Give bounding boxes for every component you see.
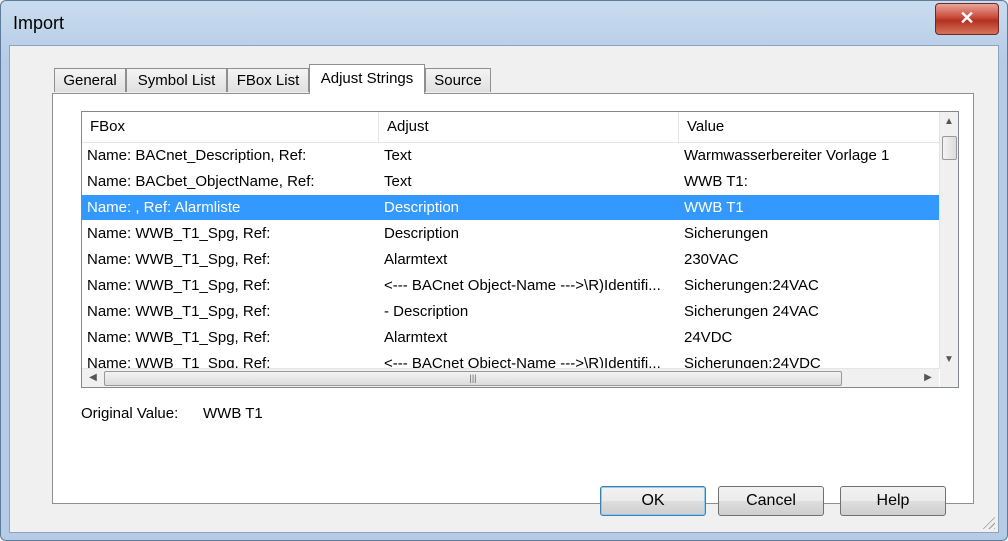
adjust-strings-list[interactable]: FBox Adjust Value Name: BACnet_Descripti… <box>81 111 959 388</box>
arrow-down-icon[interactable]: ▼ <box>940 354 958 365</box>
cell-adjust: <--- BACnet Object-Name --->\R)Identifi.… <box>384 277 661 294</box>
original-value-label: Original Value: <box>81 405 179 422</box>
cell-fbox: Name: WWB_T1_Spg, Ref: <box>87 329 271 346</box>
cell-value: 230VAC <box>684 251 739 268</box>
vertical-scroll-thumb[interactable] <box>942 136 957 160</box>
cell-value: Sicherungen:24VAC <box>684 277 819 294</box>
tab-adjust-strings[interactable]: Adjust Strings <box>309 64 425 94</box>
cell-adjust: Description <box>384 225 460 242</box>
help-button[interactable]: Help <box>840 486 946 516</box>
cell-fbox: Name: WWB_T1_Spg, Ref: <box>87 251 271 268</box>
adjust-strings-panel: FBox Adjust Value Name: BACnet_Descripti… <box>52 93 974 504</box>
cancel-button[interactable]: Cancel <box>718 486 824 516</box>
scrollbar-corner <box>940 369 958 387</box>
horizontal-scrollbar[interactable]: ◀ ||| ▶ <box>82 368 939 387</box>
original-value-text: WWB T1 <box>203 405 263 422</box>
cell-adjust: Text <box>384 147 412 164</box>
table-row[interactable]: Name: WWB_T1_Spg, Ref: <--- BACnet Objec… <box>82 273 939 298</box>
cell-value: WWB T1: <box>684 173 748 190</box>
horizontal-scroll-thumb[interactable]: ||| <box>104 371 842 386</box>
ok-button[interactable]: OK <box>600 486 706 516</box>
table-row[interactable]: Name: BACbet_ObjectName, Ref: Text WWB T… <box>82 169 939 194</box>
arrow-right-icon[interactable]: ▶ <box>919 372 937 383</box>
table-row[interactable]: Name: BACnet_Description, Ref: Text Warm… <box>82 143 939 168</box>
table-row[interactable]: Name: WWB_T1_Spg, Ref: Alarmtext 24VDC <box>82 325 939 350</box>
cell-value: Sicherungen 24VAC <box>684 303 819 320</box>
cell-fbox: Name: WWB_T1_Spg, Ref: <box>87 225 271 242</box>
column-header-value[interactable]: Value <box>679 112 939 142</box>
cell-fbox: Name: , Ref: Alarmliste <box>87 199 241 216</box>
column-header-fbox[interactable]: FBox <box>82 112 379 142</box>
cell-fbox: Name: BACnet_Description, Ref: <box>87 147 307 164</box>
arrow-up-icon[interactable]: ▲ <box>940 116 958 127</box>
table-row[interactable]: Name: WWB_T1_Spg, Ref: Description Siche… <box>82 221 939 246</box>
cell-value: Warmwasserbereiter Vorlage 1 <box>684 147 890 164</box>
title-bar[interactable]: Import ✕ <box>1 1 1007 45</box>
tab-general[interactable]: General <box>54 68 126 92</box>
cell-value: 24VDC <box>684 329 733 346</box>
window-title: Import <box>13 13 65 33</box>
resize-grip-icon[interactable] <box>981 515 995 529</box>
cell-adjust: Description <box>384 199 460 216</box>
arrow-left-icon[interactable]: ◀ <box>84 372 102 383</box>
vertical-scrollbar[interactable]: ▲ ▼ <box>939 112 958 369</box>
cell-adjust: Alarmtext <box>384 329 448 346</box>
tab-fbox-list[interactable]: FBox List <box>227 68 309 92</box>
table-row-selected[interactable]: Name: , Ref: Alarmliste Description WWB … <box>82 195 939 220</box>
tab-symbol-list[interactable]: Symbol List <box>126 68 227 92</box>
table-row[interactable]: Name: WWB_T1_Spg, Ref: - Description Sic… <box>82 299 939 324</box>
close-icon: ✕ <box>959 8 975 28</box>
cell-fbox: Name: WWB_T1_Spg, Ref: <box>87 303 271 320</box>
table-row[interactable]: Name: WWB_T1_Spg, Ref: Alarmtext 230VAC <box>82 247 939 272</box>
cell-fbox: Name: WWB_T1_Spg, Ref: <box>87 277 271 294</box>
cell-value: WWB T1 <box>684 199 744 216</box>
import-dialog: Import ✕ General Symbol List FBox List A… <box>0 0 1008 541</box>
cell-adjust: - Description <box>384 303 469 320</box>
cell-value: Sicherungen <box>684 225 769 242</box>
list-header: FBox Adjust Value <box>82 112 939 143</box>
dialog-client-area: General Symbol List FBox List Adjust Str… <box>9 45 999 533</box>
cell-adjust: Alarmtext <box>384 251 448 268</box>
cell-fbox: Name: BACbet_ObjectName, Ref: <box>87 173 315 190</box>
tab-source[interactable]: Source <box>425 68 491 92</box>
cell-adjust: Text <box>384 173 412 190</box>
close-button[interactable]: ✕ <box>935 3 999 35</box>
column-header-adjust[interactable]: Adjust <box>379 112 679 142</box>
